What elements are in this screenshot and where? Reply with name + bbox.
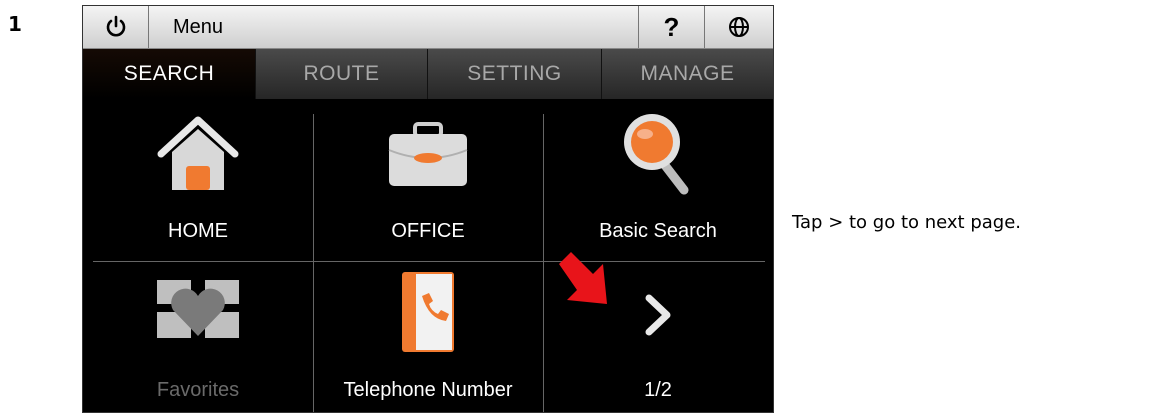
tab-label: SEARCH bbox=[123, 62, 215, 85]
nav-screen: Menu ? SEARCH ROUTE SETTING MANAGE HOME … bbox=[82, 5, 774, 413]
tab-label: ROUTE bbox=[303, 62, 380, 85]
favorites-label: Favorites bbox=[156, 379, 240, 401]
tab-manage[interactable]: MANAGE bbox=[601, 49, 773, 99]
power-button[interactable] bbox=[83, 6, 149, 48]
globe-icon bbox=[729, 17, 749, 37]
basic-search-label: Basic Search bbox=[599, 220, 717, 242]
page-indicator: 1/2 bbox=[644, 379, 672, 401]
briefcase-icon bbox=[388, 122, 468, 186]
telephone-number-label: Telephone Number bbox=[343, 379, 513, 401]
phonebook-icon bbox=[402, 272, 454, 352]
favorites-icon bbox=[157, 280, 239, 338]
menu-button[interactable]: Menu bbox=[149, 6, 639, 48]
menu-label: Menu bbox=[173, 15, 224, 38]
office-label: OFFICE bbox=[391, 220, 465, 242]
chevron-right-icon bbox=[645, 294, 671, 336]
step-number: 1 bbox=[8, 12, 22, 36]
tab-setting[interactable]: SETTING bbox=[427, 49, 601, 99]
tab-bar: SEARCH ROUTE SETTING MANAGE bbox=[83, 49, 773, 99]
instruction-caption: Tap > to go to next page. bbox=[792, 212, 1022, 233]
home-icon bbox=[157, 116, 239, 190]
home-label: HOME bbox=[168, 220, 228, 242]
telephone-number-button[interactable]: Telephone Number bbox=[313, 262, 543, 412]
favorites-button[interactable]: Favorites bbox=[83, 262, 313, 412]
power-icon bbox=[106, 15, 125, 37]
language-button[interactable] bbox=[705, 6, 773, 48]
red-arrow-icon bbox=[559, 252, 607, 304]
basic-search-button[interactable]: Basic Search bbox=[543, 100, 773, 260]
tab-search[interactable]: SEARCH bbox=[83, 49, 255, 99]
menu-bar: Menu ? bbox=[83, 6, 773, 49]
help-icon: ? bbox=[663, 11, 680, 42]
tab-route[interactable]: ROUTE bbox=[255, 49, 427, 99]
tab-label: SETTING bbox=[467, 62, 562, 85]
help-button[interactable]: ? bbox=[639, 6, 705, 48]
magnifier-icon bbox=[624, 114, 689, 195]
home-button[interactable]: HOME bbox=[83, 100, 313, 260]
office-button[interactable]: OFFICE bbox=[313, 100, 543, 260]
tab-label: MANAGE bbox=[640, 62, 735, 85]
